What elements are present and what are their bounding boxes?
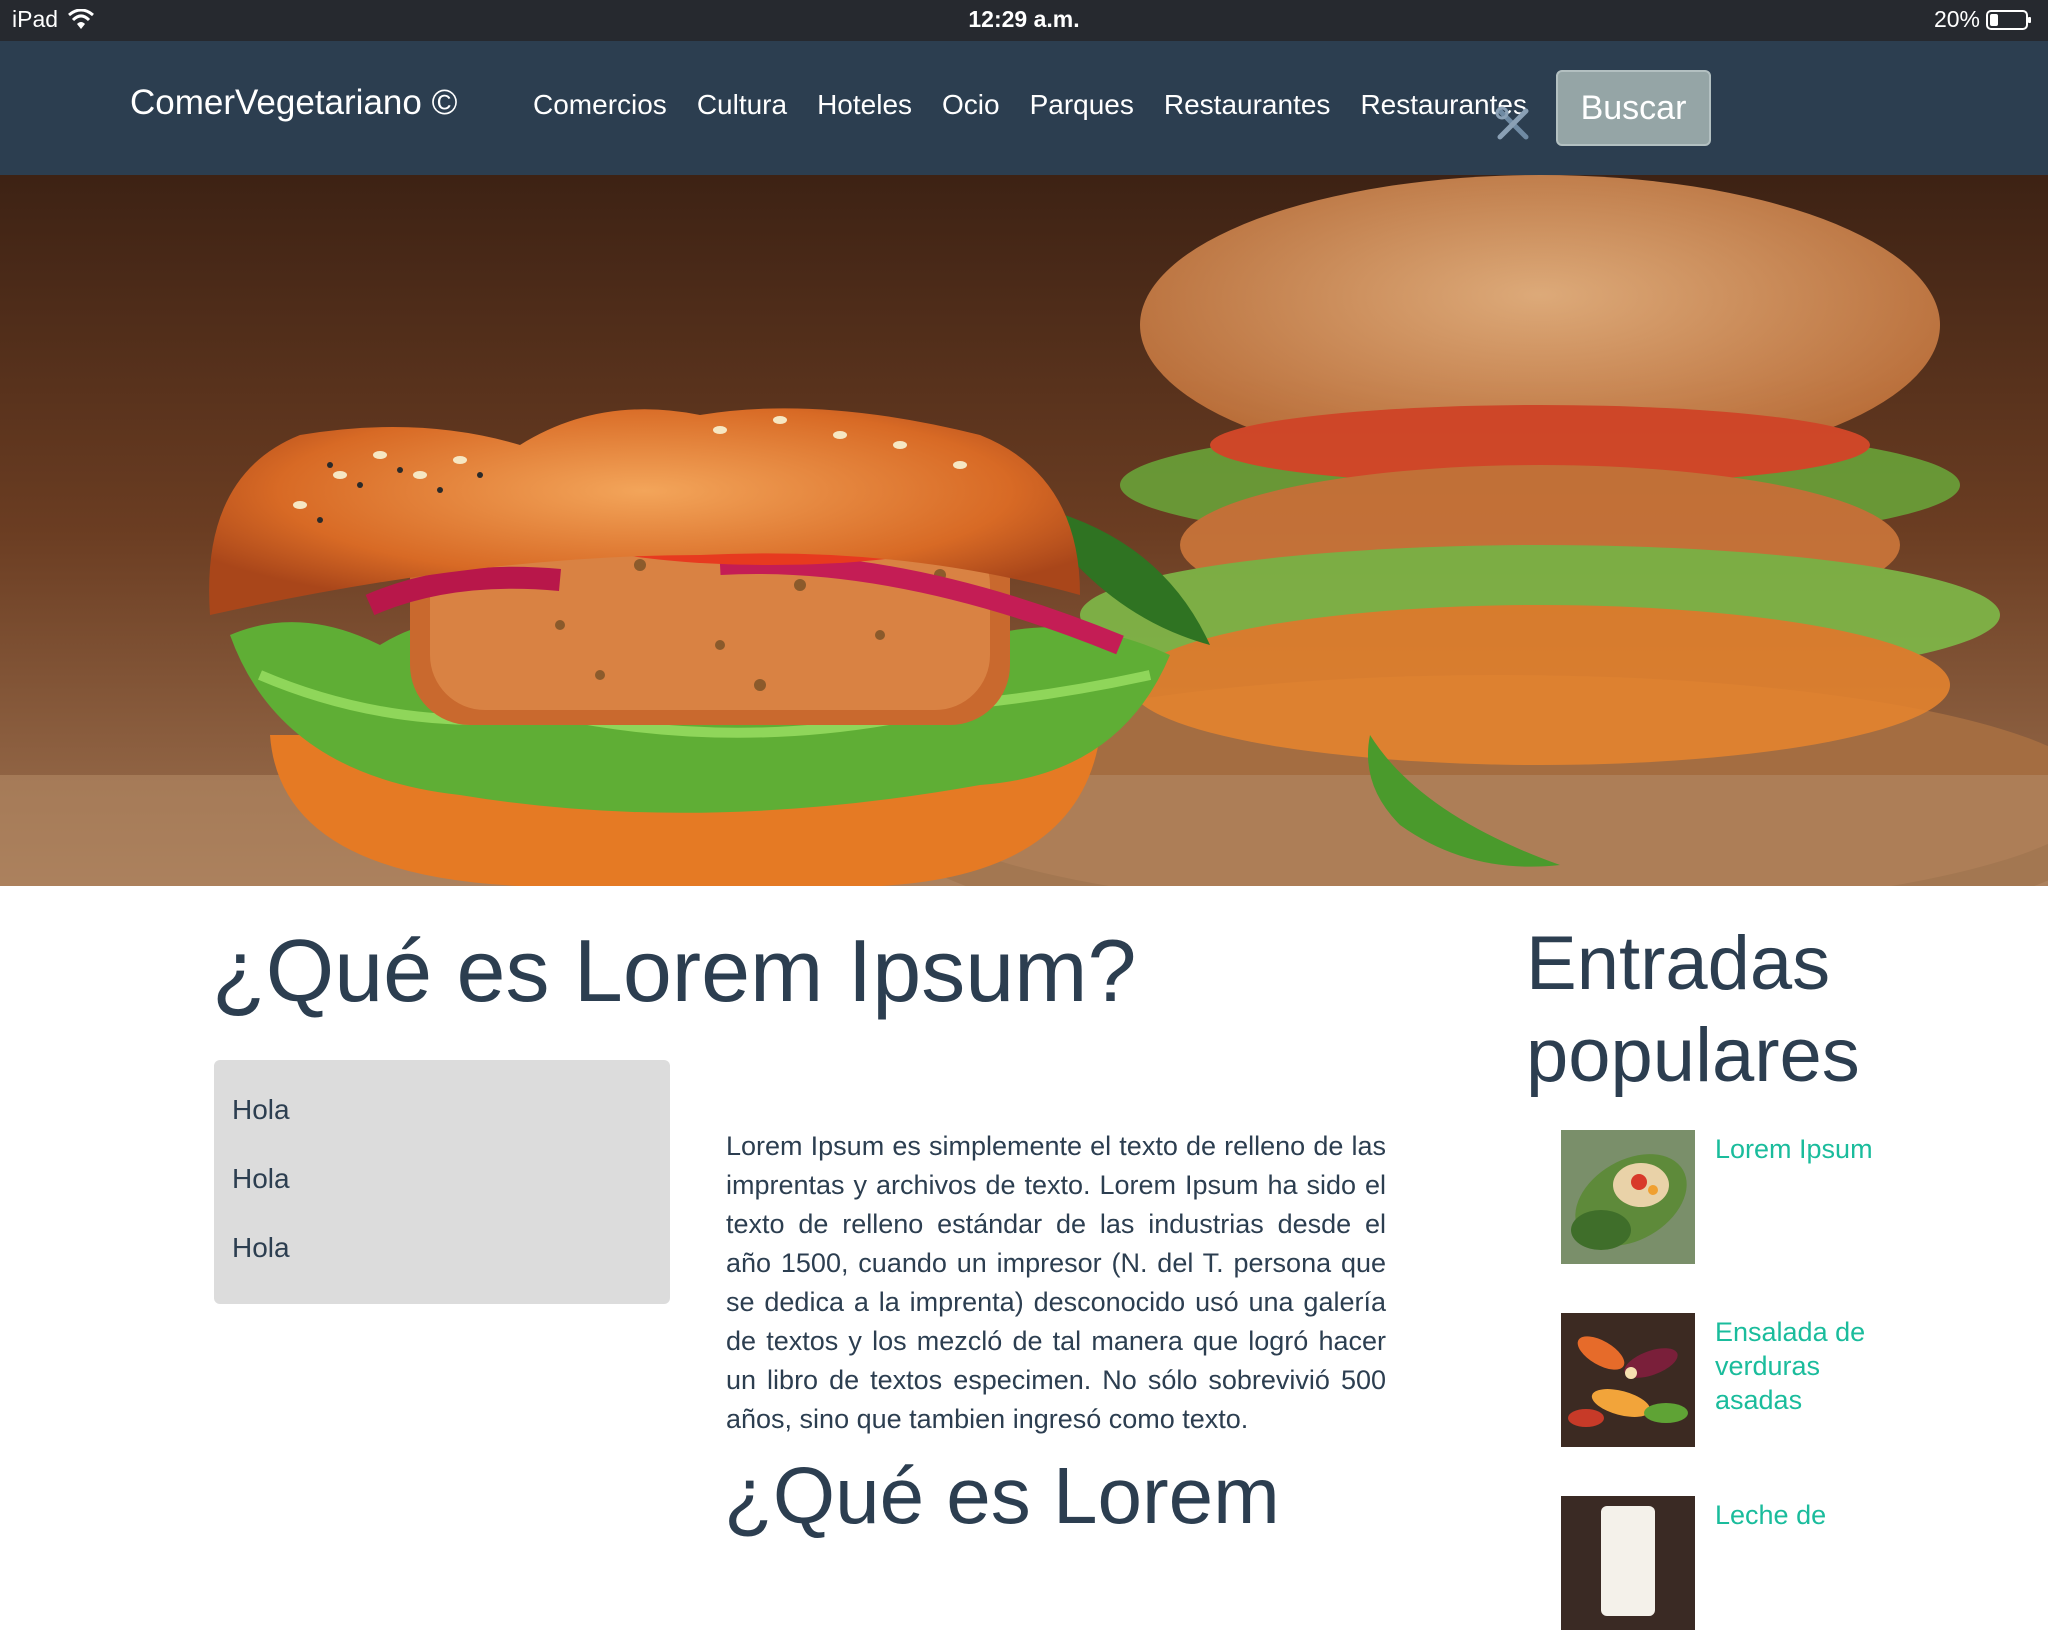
popular-link-leche[interactable]: Leche de (1715, 1498, 1875, 1630)
hero-burger-image (0, 175, 2048, 886)
nav-link-comercios[interactable]: Comercios (533, 89, 667, 121)
search-button[interactable]: Buscar (1556, 70, 1711, 146)
wrap-thumbnail[interactable] (1561, 1130, 1695, 1264)
burger-illustration (0, 175, 2048, 886)
nav-link-cultura[interactable]: Cultura (697, 89, 787, 121)
body-paragraph: Lorem Ipsum es simplemente el texto de r… (726, 1131, 1386, 1434)
popular-entry[interactable]: Leche de (1561, 1496, 1875, 1630)
nav-links: Comercios Cultura Hoteles Ocio Parques R… (533, 89, 1527, 121)
navbar: ComerVegetariano © Comercios Cultura Hot… (0, 41, 2048, 175)
brand-logo[interactable]: ComerVegetariano © (130, 83, 457, 123)
sidebar-title: Entradas populares (1526, 921, 1860, 1098)
status-time: 12:29 a.m. (968, 6, 1080, 32)
status-bar: iPad 12:29 a.m. 20% (0, 0, 2048, 41)
main-title: ¿Qué es Lorem Ipsum? (212, 921, 1137, 1020)
popular-link-ensalada[interactable]: Ensalada de verduras asadas (1715, 1315, 1875, 1447)
hola-list: Hola Hola Hola (214, 1060, 670, 1304)
popular-link-lorem[interactable]: Lorem Ipsum (1715, 1132, 1875, 1264)
salad-thumbnail[interactable] (1561, 1313, 1695, 1447)
milk-thumbnail[interactable] (1561, 1496, 1695, 1630)
list-item[interactable]: Hola (214, 1218, 670, 1287)
status-right: 20% (1934, 6, 2032, 33)
list-item[interactable]: Hola (214, 1149, 670, 1218)
list-item[interactable]: Hola (214, 1080, 670, 1149)
tools-icon[interactable] (1494, 105, 1532, 143)
popular-entry[interactable]: Lorem Ipsum (1561, 1130, 1875, 1264)
second-title: ¿Qué es Lorem (724, 1451, 1280, 1540)
nav-link-ocio[interactable]: Ocio (942, 89, 1000, 121)
nav-link-parques[interactable]: Parques (1030, 89, 1134, 121)
popular-entry[interactable]: Ensalada de verduras asadas (1561, 1313, 1875, 1447)
battery-percent: 20% (1933, 6, 1980, 32)
battery-icon (1986, 9, 2031, 30)
nav-link-hoteles[interactable]: Hoteles (817, 89, 912, 121)
nav-link-restaurantes[interactable]: Restaurantes (1164, 89, 1331, 121)
